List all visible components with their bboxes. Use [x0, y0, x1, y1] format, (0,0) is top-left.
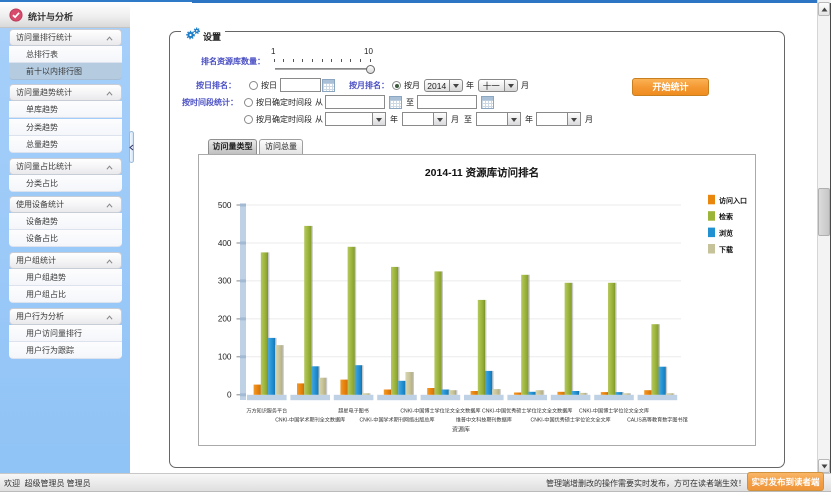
- svg-text:维普中文科技期刊数据库: 维普中文科技期刊数据库: [456, 416, 512, 423]
- svg-text:CNKI-中国学术期刊网络出版总库: CNKI-中国学术期刊网络出版总库: [360, 416, 435, 423]
- svg-text:400: 400: [218, 238, 232, 247]
- svg-text:100: 100: [218, 352, 232, 361]
- svg-text:0: 0: [227, 390, 232, 399]
- svg-text:资源库: 资源库: [452, 425, 470, 433]
- svg-text:2014-11 资源库访问排名: 2014-11 资源库访问排名: [425, 166, 539, 179]
- svg-text:200: 200: [218, 314, 232, 323]
- svg-text:CNKI-中国学术期刊全文数据库: CNKI-中国学术期刊全文数据库: [275, 416, 345, 423]
- svg-text:访问入口: 访问入口: [719, 195, 747, 204]
- svg-text:下载: 下载: [719, 245, 733, 254]
- svg-text:万方知识服务平台: 万方知识服务平台: [246, 407, 287, 414]
- svg-text:浏览: 浏览: [719, 228, 733, 237]
- svg-text:CNKI-中国博士学位论文全文数据库: CNKI-中国博士学位论文全文数据库: [400, 407, 480, 414]
- svg-text:检索: 检索: [719, 212, 733, 221]
- svg-text:500: 500: [218, 200, 232, 209]
- svg-text:CNKI-中国优秀硕士学位论文全文库: CNKI-中国优秀硕士学位论文全文库: [531, 416, 611, 423]
- svg-text:CNKI-中国优秀硕士学位论文全文数据库: CNKI-中国优秀硕士学位论文全文数据库: [482, 407, 572, 414]
- svg-text:超星电子图书: 超星电子图书: [338, 407, 369, 414]
- svg-text:300: 300: [218, 276, 232, 285]
- svg-text:CNKI-中国博士学位论文全文库: CNKI-中国博士学位论文全文库: [579, 407, 649, 414]
- svg-text:CALIS高等教育数字图书馆: CALIS高等教育数字图书馆: [627, 416, 688, 423]
